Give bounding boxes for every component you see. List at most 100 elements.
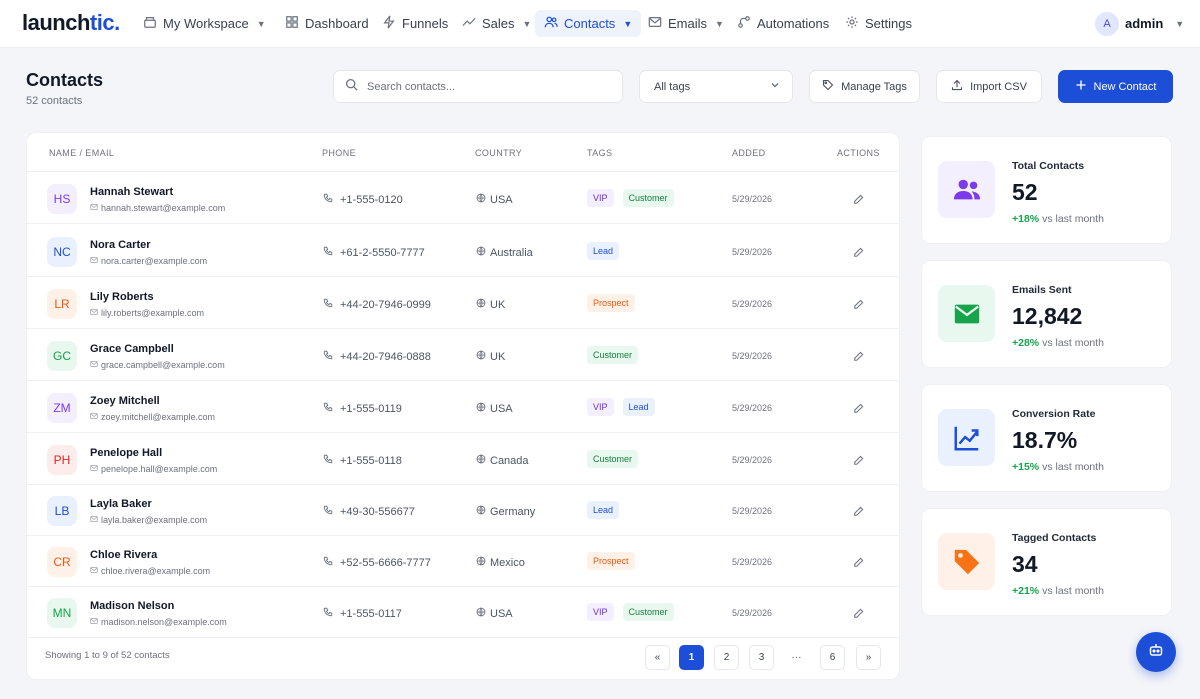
nav-settings-label: Settings (865, 16, 912, 31)
nav-funnels[interactable]: Funnels (373, 10, 457, 37)
manage-tags-button[interactable]: Manage Tags (809, 70, 920, 103)
top-navbar: launchtic. My Workspace ▼ Dashboard Funn… (0, 0, 1200, 48)
edit-contact-button[interactable] (853, 453, 865, 465)
nav-sales[interactable]: Sales ▼ (453, 10, 540, 37)
contact-phone-text: +61-2-5550-7777 (340, 246, 425, 259)
pagination-page-3[interactable]: 3 (749, 645, 774, 670)
contacts-icon (544, 15, 558, 32)
contact-avatar: ZM (47, 393, 77, 423)
column-header-country[interactable]: COUNTRY (475, 148, 522, 158)
table-row[interactable]: MN Madison Nelson madison.nelson@example… (27, 586, 899, 638)
column-header-tags[interactable]: TAGS (587, 148, 612, 158)
tag-badge: VIP (587, 398, 614, 416)
pagination-prev-button[interactable]: « (645, 645, 670, 670)
table-row[interactable]: GC Grace Campbell grace.campbell@example… (27, 329, 899, 381)
contact-name[interactable]: Madison Nelson (90, 600, 174, 612)
pagination-page-2[interactable]: 2 (714, 645, 739, 670)
table-row[interactable]: PH Penelope Hall penelope.hall@example.c… (27, 433, 899, 485)
new-contact-button[interactable]: New Contact (1058, 70, 1173, 103)
import-csv-button[interactable]: Import CSV (936, 70, 1042, 103)
contact-email-text: layla.baker@example.com (101, 515, 208, 525)
contact-name[interactable]: Hannah Stewart (90, 186, 173, 198)
contact-name[interactable]: Lily Roberts (90, 291, 154, 303)
contact-added-date: 5/29/2026 (732, 247, 773, 257)
contact-name[interactable]: Nora Carter (90, 239, 151, 251)
nav-contacts[interactable]: Contacts ▼ (535, 10, 642, 37)
table-row[interactable]: CR Chloe Rivera chloe.rivera@example.com… (27, 535, 899, 587)
edit-contact-button[interactable] (853, 245, 865, 257)
contact-avatar: CR (47, 547, 77, 577)
edit-contact-button[interactable] (853, 349, 865, 361)
users-icon (938, 161, 995, 218)
contact-email-text: zoey.mitchell@example.com (101, 412, 216, 422)
contact-email: lily.roberts@example.com (90, 308, 204, 318)
manage-tags-label: Manage Tags (841, 80, 907, 93)
nav-dashboard[interactable]: Dashboard (276, 10, 378, 37)
tag-badge: Customer (622, 189, 674, 207)
contact-name[interactable]: Zoey Mitchell (90, 395, 160, 407)
contact-email: penelope.hall@example.com (90, 464, 217, 474)
tag-filter-select[interactable]: All tags (639, 70, 793, 103)
phone-icon (323, 556, 333, 569)
table-row[interactable]: HS Hannah Stewart hannah.stewart@example… (27, 172, 899, 224)
contact-country-text: UK (490, 350, 506, 363)
column-header-name[interactable]: NAME / EMAIL (49, 148, 114, 158)
contact-added-date: 5/29/2026 (732, 506, 773, 516)
nav-contacts-label: Contacts (564, 16, 616, 31)
column-header-phone[interactable]: PHONE (322, 148, 356, 158)
nav-automations[interactable]: Automations (728, 10, 838, 37)
pagination-page-1[interactable]: 1 (679, 645, 704, 670)
edit-contact-button[interactable] (853, 192, 865, 204)
stat-card: Conversion Rate 18.7% +15% vs last month (921, 384, 1172, 492)
contact-tags: Prospect (587, 294, 635, 312)
search-box[interactable] (333, 70, 623, 103)
globe-icon (476, 505, 486, 518)
tag-badge: Customer (587, 450, 639, 468)
tag-badge: VIP (587, 189, 614, 207)
contact-country-text: Australia (490, 246, 533, 259)
contact-country: Mexico (476, 556, 525, 569)
nav-settings[interactable]: Settings (836, 10, 921, 37)
stat-value: 12,842 (1012, 303, 1083, 329)
pagination-next-button[interactable]: » (856, 645, 881, 670)
table-row[interactable]: NC Nora Carter nora.carter@example.com +… (27, 225, 899, 277)
logo[interactable]: launchtic. (22, 10, 120, 36)
robot-icon (1148, 642, 1164, 663)
contact-country-text: Germany (490, 505, 536, 518)
nav-emails[interactable]: Emails ▼ (639, 10, 733, 37)
contact-name[interactable]: Layla Baker (90, 498, 152, 510)
edit-contact-button[interactable] (853, 606, 865, 618)
user-menu[interactable]: A admin ▼ (1086, 10, 1193, 37)
edit-contact-button[interactable] (853, 504, 865, 516)
mail-icon (90, 566, 98, 576)
table-row[interactable]: ZM Zoey Mitchell zoey.mitchell@example.c… (27, 381, 899, 433)
table-row[interactable]: LB Layla Baker layla.baker@example.com +… (27, 484, 899, 536)
globe-icon (476, 193, 486, 206)
stat-card: Total Contacts 52 +18% vs last month (921, 136, 1172, 244)
contact-name[interactable]: Grace Campbell (90, 343, 174, 355)
contact-country: UK (476, 350, 505, 363)
chevron-down-icon (770, 80, 780, 93)
column-header-added[interactable]: ADDED (732, 148, 766, 158)
stat-label: Emails Sent (1012, 284, 1072, 296)
contact-email-text: lily.roberts@example.com (101, 308, 204, 318)
contacts-table: NAME / EMAIL PHONE COUNTRY TAGS ADDED AC… (26, 132, 900, 680)
globe-icon (476, 607, 486, 620)
pencil-icon (853, 401, 864, 418)
workspace-switcher[interactable]: My Workspace ▼ (134, 10, 275, 37)
contact-phone: +44-20-7946-0888 (323, 350, 431, 363)
edit-contact-button[interactable] (853, 297, 865, 309)
search-input[interactable] (367, 80, 597, 93)
contact-name[interactable]: Chloe Rivera (90, 549, 157, 561)
contact-name[interactable]: Penelope Hall (90, 447, 162, 459)
contact-added-date: 5/29/2026 (732, 403, 773, 413)
pencil-icon (853, 297, 864, 314)
edit-contact-button[interactable] (853, 555, 865, 567)
chat-assistant-button[interactable] (1136, 632, 1176, 672)
table-row[interactable]: LR Lily Roberts lily.roberts@example.com… (27, 277, 899, 329)
tag-icon (938, 533, 995, 590)
contact-country: USA (476, 607, 513, 620)
pencil-icon (853, 606, 864, 623)
pagination-page-6[interactable]: 6 (820, 645, 845, 670)
edit-contact-button[interactable] (853, 401, 865, 413)
